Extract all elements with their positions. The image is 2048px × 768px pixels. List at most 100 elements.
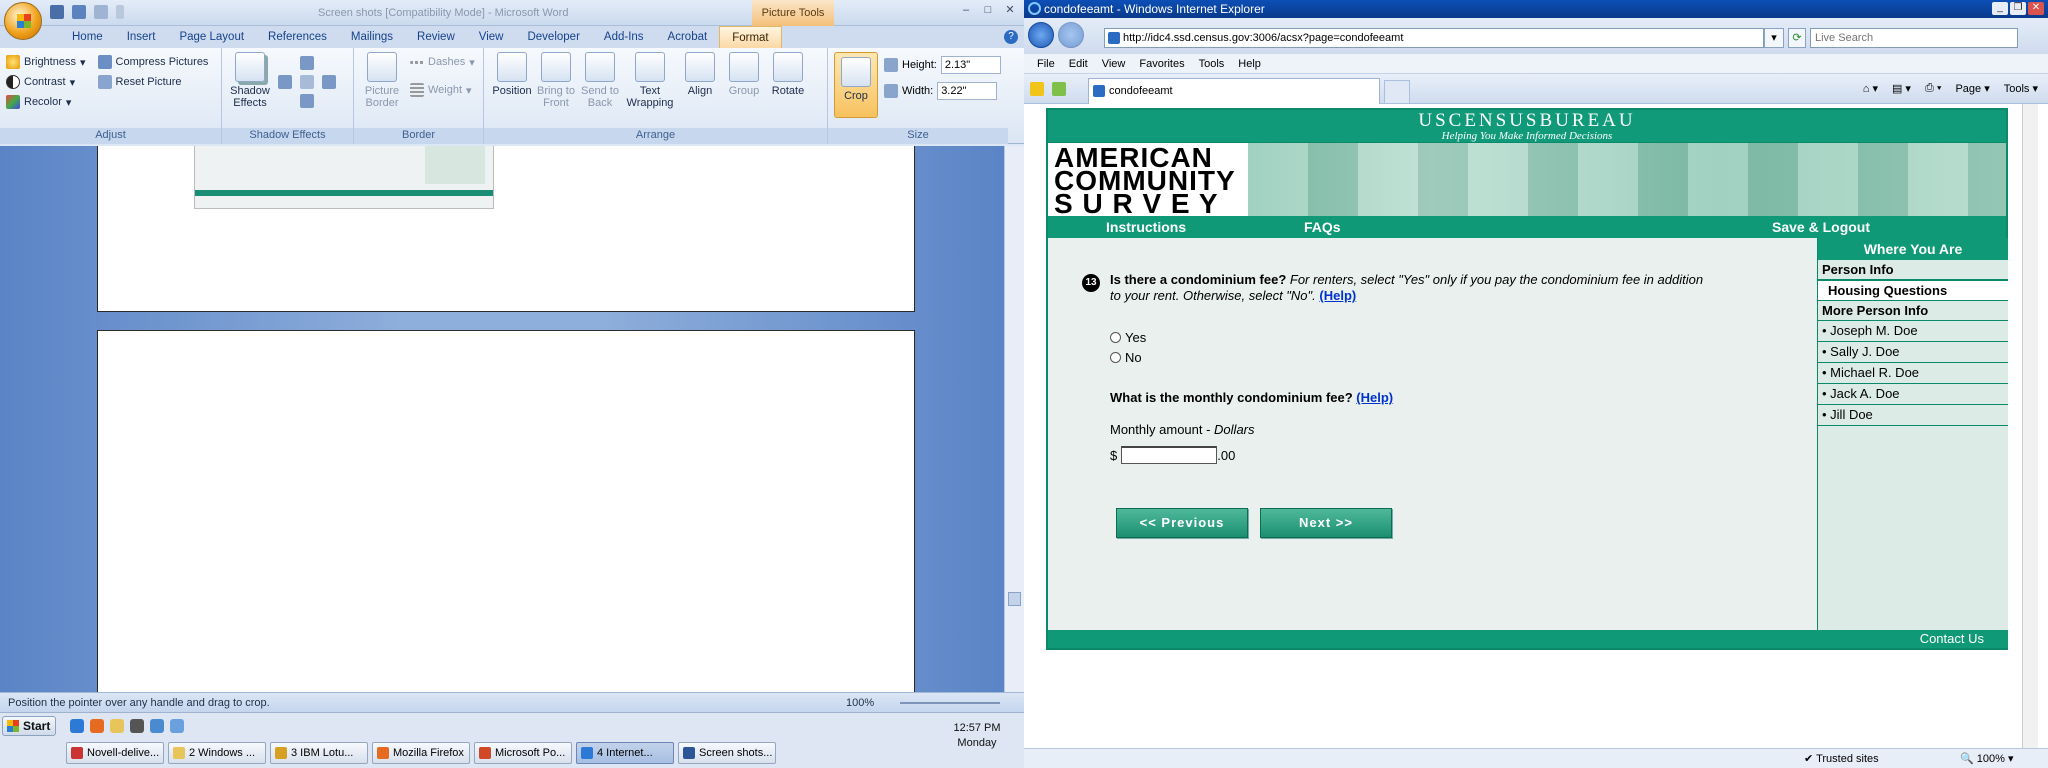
monthly-amount-input[interactable] <box>1121 446 1218 464</box>
task-powerpoint[interactable]: Microsoft Po... <box>474 742 572 764</box>
sidebar-item-housing-questions[interactable]: Housing Questions <box>1818 280 2008 301</box>
print-icon[interactable]: ⎙ ▾ <box>1925 82 1941 95</box>
tab-developer[interactable]: Developer <box>515 26 591 48</box>
tab-references[interactable]: References <box>256 26 339 48</box>
ie-launch-icon[interactable] <box>70 719 84 733</box>
task-internet-explorer[interactable]: 4 Internet... <box>576 742 674 764</box>
document-page-1[interactable] <box>97 146 915 312</box>
ie-zoom[interactable]: 🔍 100% ▾ <box>1960 752 2013 765</box>
nudge-left-icon[interactable] <box>278 75 292 89</box>
sidebar-person[interactable]: • Joseph M. Doe <box>1818 321 2008 342</box>
help-link[interactable]: (Help) <box>1319 288 1356 303</box>
task-word[interactable]: Screen shots... <box>678 742 776 764</box>
previous-button[interactable]: << Previous <box>1116 508 1248 538</box>
inserted-screenshot-image[interactable] <box>194 146 494 209</box>
undo-icon[interactable] <box>72 5 86 19</box>
sidebar-person[interactable]: • Jack A. Doe <box>1818 384 2008 405</box>
task-novell[interactable]: Novell-delive... <box>66 742 164 764</box>
width-input[interactable] <box>937 82 998 100</box>
bring-to-front-button[interactable]: Bring to Front <box>534 52 578 109</box>
maximize-icon[interactable]: □ <box>978 3 998 19</box>
task-firefox[interactable]: Mozilla Firefox <box>372 742 470 764</box>
sidebar-person[interactable]: • Jill Doe <box>1818 405 2008 426</box>
nudge-down-icon[interactable] <box>300 94 314 108</box>
restore-icon[interactable]: ❐ <box>2010 2 2026 15</box>
picture-border-button[interactable]: Picture Border <box>360 52 404 109</box>
minimize-icon[interactable]: – <box>956 3 976 19</box>
tab-home[interactable]: Home <box>60 26 115 48</box>
contrast-button[interactable]: Contrast ▾ <box>6 72 86 92</box>
instructions-link[interactable]: Instructions <box>1106 219 1186 235</box>
system-clock[interactable]: 12:57 PM Monday <box>930 721 1024 751</box>
faqs-link[interactable]: FAQs <box>1304 219 1341 235</box>
radio-no[interactable] <box>1110 352 1121 363</box>
tab-format[interactable]: Format <box>719 26 782 48</box>
home-icon[interactable]: ⌂ ▾ <box>1863 82 1878 95</box>
close-icon[interactable]: ✕ <box>2028 2 2044 15</box>
text-wrapping-button[interactable]: Text Wrapping <box>622 52 678 109</box>
tab-add-ins[interactable]: Add-Ins <box>592 26 656 48</box>
zoom-level[interactable]: 100% <box>846 697 874 709</box>
shadow-toggle-icon[interactable] <box>300 75 314 89</box>
start-button[interactable]: Start <box>2 716 56 736</box>
align-button[interactable]: Align <box>678 52 722 109</box>
media-launch-icon[interactable] <box>130 719 144 733</box>
help-link-2[interactable]: (Help) <box>1356 390 1393 405</box>
save-icon[interactable] <box>50 5 64 19</box>
rotate-button[interactable]: Rotate <box>766 52 810 109</box>
task-lotus[interactable]: 3 IBM Lotu... <box>270 742 368 764</box>
sidebar-person[interactable]: • Michael R. Doe <box>1818 363 2008 384</box>
scroll-thumb[interactable] <box>1008 592 1021 606</box>
menu-file[interactable]: File <box>1030 54 1062 73</box>
sidebar-item-person-info[interactable]: Person Info <box>1818 260 2008 280</box>
customize-qat-icon[interactable] <box>116 5 124 19</box>
redo-icon[interactable] <box>94 5 108 19</box>
tab-acrobat[interactable]: Acrobat <box>656 26 720 48</box>
task-windows[interactable]: 2 Windows ... <box>168 742 266 764</box>
save-logout-link[interactable]: Save & Logout <box>1772 219 1870 235</box>
app-launch-icon[interactable] <box>150 719 164 733</box>
tab-mailings[interactable]: Mailings <box>339 26 405 48</box>
tab-page-layout[interactable]: Page Layout <box>167 26 256 48</box>
zoom-slider[interactable] <box>900 702 1000 704</box>
menu-tools[interactable]: Tools <box>1192 54 1232 73</box>
tab-review[interactable]: Review <box>405 26 467 48</box>
app2-launch-icon[interactable] <box>170 719 184 733</box>
send-to-back-button[interactable]: Send to Back <box>578 52 622 109</box>
compress-pictures-button[interactable]: Compress Pictures <box>97 52 208 72</box>
new-tab-button[interactable] <box>1384 80 1410 104</box>
recolor-button[interactable]: Recolor ▾ <box>6 92 86 112</box>
menu-favorites[interactable]: Favorites <box>1132 54 1191 73</box>
document-area[interactable] <box>0 146 1004 692</box>
dashes-button[interactable]: Dashes ▾ <box>410 52 475 72</box>
favorites-star-icon[interactable] <box>1030 82 1044 96</box>
height-input[interactable] <box>940 56 1001 74</box>
ie-tab-active[interactable]: condofeeamt <box>1088 78 1380 104</box>
add-favorite-icon[interactable] <box>1052 82 1066 96</box>
tools-menu[interactable]: Tools ▾ <box>2004 82 2038 95</box>
option-no[interactable]: No <box>1110 350 1142 365</box>
option-yes[interactable]: Yes <box>1110 330 1146 345</box>
tab-view[interactable]: View <box>467 26 516 48</box>
firefox-launch-icon[interactable] <box>90 719 104 733</box>
next-button[interactable]: Next >> <box>1260 508 1392 538</box>
close-icon[interactable]: ✕ <box>1000 3 1020 19</box>
nudge-right-icon[interactable] <box>322 75 336 89</box>
live-search-input[interactable] <box>1810 28 2018 48</box>
tab-insert[interactable]: Insert <box>115 26 168 48</box>
brightness-button[interactable]: Brightness ▾ <box>6 52 86 72</box>
menu-view[interactable]: View <box>1095 54 1133 73</box>
shadow-effects-button[interactable]: Shadow Effects <box>228 52 272 109</box>
address-dropdown[interactable]: ▾ <box>1764 28 1784 48</box>
folder-launch-icon[interactable] <box>110 719 124 733</box>
feeds-icon[interactable]: ▤ ▾ <box>1892 82 1911 95</box>
forward-button[interactable] <box>1058 22 1084 48</box>
minimize-icon[interactable]: _ <box>1992 2 2008 15</box>
menu-help[interactable]: Help <box>1231 54 1268 73</box>
help-icon[interactable]: ? <box>1004 30 1018 44</box>
refresh-button[interactable]: ⟳ <box>1788 28 1806 48</box>
radio-yes[interactable] <box>1110 332 1121 343</box>
word-vertical-scrollbar[interactable] <box>1004 146 1024 692</box>
sidebar-item-more-person-info[interactable]: More Person Info <box>1818 301 2008 321</box>
contact-us-link[interactable]: Contact Us <box>1920 631 1984 646</box>
